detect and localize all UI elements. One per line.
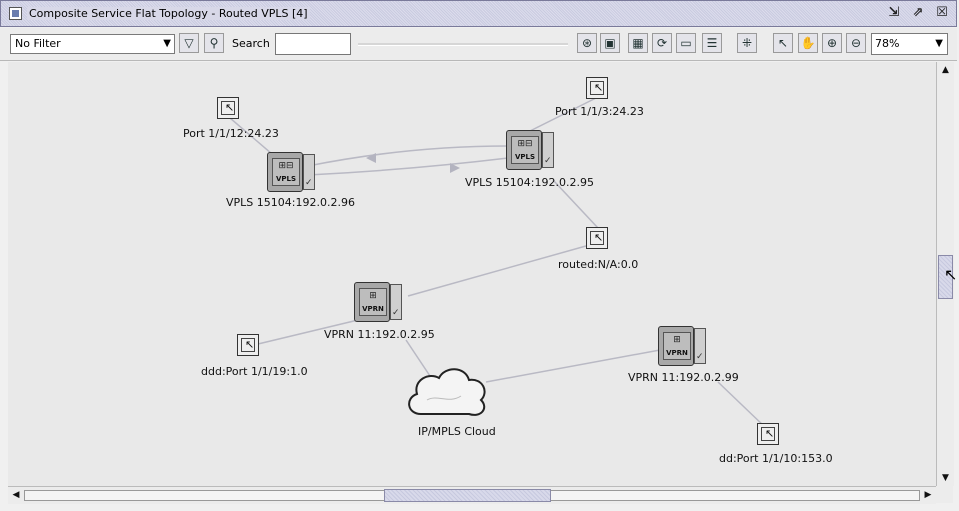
port-node-icon[interactable] — [586, 227, 608, 249]
port-1-label: Port 1/1/12:24.23 — [183, 127, 279, 140]
toolbar: No Filter ▼ ▽ ⚲ Search ⊛ ▣ ▦ ⟳ ▭ ☰ ⁜ ↖ ✋… — [0, 28, 957, 61]
topology-links — [229, 97, 767, 429]
link-vpls96-vpls95-a — [307, 145, 509, 167]
list-button[interactable]: ☰ — [702, 33, 722, 53]
port-2-label: Port 1/1/3:24.23 — [555, 105, 644, 118]
zoom-value: 78% — [875, 37, 900, 50]
edit-filter-button[interactable]: ⚲ — [204, 33, 224, 53]
scroll-down-icon[interactable]: ▼ — [937, 470, 954, 486]
vprn-symbol-icon: ⊞ — [673, 335, 681, 345]
chevron-down-icon: ▼ — [163, 38, 171, 49]
horizontal-scroll-thumb[interactable] — [384, 489, 551, 502]
routed-label: routed:N/A:0.0 — [558, 258, 639, 271]
refresh-icon: ⟳ — [656, 36, 668, 50]
scroll-left-icon[interactable]: ◀ — [8, 487, 24, 504]
vprn-tag: VPRN — [666, 349, 688, 357]
ddd-port-label: ddd:Port 1/1/19:1.0 — [201, 365, 308, 378]
binoculars-icon: ⊛ — [581, 36, 593, 50]
topology-canvas[interactable]: Port 1/1/12:24.23 Port 1/1/3:24.23 ⊞⊟ VPL… — [8, 62, 936, 486]
restore-icon[interactable]: ⇲ — [886, 5, 902, 21]
vpls-tag: VPLS — [514, 153, 536, 161]
vprn-node-99[interactable]: ⊞ VPRN — [658, 326, 708, 366]
port-node-icon[interactable] — [237, 334, 259, 356]
hand-icon: ✋ — [800, 36, 816, 50]
search-label: Search — [232, 37, 270, 50]
grid-icon: ▦ — [632, 36, 644, 50]
vpls-status-panel — [303, 154, 315, 190]
toolbar-grip — [358, 43, 568, 46]
funnel-icon: ▽ — [184, 36, 194, 50]
maximize-icon[interactable]: ⇗ — [910, 5, 926, 21]
save-icon: ▣ — [604, 36, 616, 50]
vpls-96-label: VPLS 15104:192.0.2.96 — [226, 196, 355, 209]
vprn-status-panel — [390, 284, 402, 320]
vpls-node-95[interactable]: ⊞⊟ VPLS — [506, 130, 556, 170]
vpls-node-96[interactable]: ⊞⊟ VPLS — [267, 152, 317, 192]
layout-icon: ⁜ — [741, 36, 753, 50]
zoom-out-button[interactable]: ⊖ — [846, 33, 866, 53]
scroll-right-icon[interactable]: ▶ — [920, 487, 936, 504]
vprn-99-label: VPRN 11:192.0.2.99 — [628, 371, 739, 384]
link-arrow-left — [366, 153, 376, 163]
vprn-95-label: VPRN 11:192.0.2.95 — [324, 328, 435, 341]
window-title: Composite Service Flat Topology - Routed… — [27, 7, 310, 20]
filter-edit-icon: ⚲ — [209, 36, 219, 50]
vpls-95-label: VPLS 15104:192.0.2.95 — [465, 176, 594, 189]
port-node-icon[interactable] — [757, 423, 779, 445]
vpls-symbol-icon: ⊞⊟ — [517, 139, 533, 149]
vpls-status-panel — [542, 132, 554, 168]
refresh-button[interactable]: ⟳ — [652, 33, 672, 53]
filter-value: No Filter — [15, 37, 61, 50]
find-button[interactable]: ⊛ — [577, 33, 597, 53]
link-vprn99-ddport — [717, 381, 767, 429]
vpls-symbol-icon: ⊞⊟ — [278, 161, 294, 171]
zoom-in-icon: ⊕ — [826, 36, 838, 50]
vprn-node-95[interactable]: ⊞ VPRN — [354, 282, 404, 322]
chevron-down-icon: ▼ — [935, 38, 943, 49]
window-title-bar[interactable]: Composite Service Flat Topology - Routed… — [0, 0, 957, 27]
dd-port-label: dd:Port 1/1/10:153.0 — [719, 452, 833, 465]
search-input[interactable] — [275, 33, 351, 55]
filter-dropdown[interactable]: No Filter ▼ — [10, 34, 175, 54]
window-icon — [9, 7, 22, 20]
scroll-corner — [936, 486, 953, 503]
zoom-in-button[interactable]: ⊕ — [822, 33, 842, 53]
pointer-icon: ↖ — [777, 36, 789, 50]
zoom-dropdown[interactable]: 78% ▼ — [871, 33, 948, 55]
port-node-icon[interactable] — [586, 77, 608, 99]
close-icon[interactable]: ☒ — [934, 5, 950, 21]
vprn-symbol-icon: ⊞ — [369, 291, 377, 301]
save-button[interactable]: ▣ — [600, 33, 620, 53]
window-button[interactable]: ▭ — [676, 33, 696, 53]
properties-button[interactable]: ▦ — [628, 33, 648, 53]
scroll-up-icon[interactable]: ▲ — [937, 62, 954, 78]
vprn-status-panel — [694, 328, 706, 364]
filter-funnel-button[interactable]: ▽ — [179, 33, 199, 53]
select-tool-button[interactable]: ↖ — [773, 33, 793, 53]
mouse-cursor-icon: ↖ — [944, 265, 958, 284]
cloud-label: IP/MPLS Cloud — [418, 425, 496, 438]
pan-tool-button[interactable]: ✋ — [798, 33, 818, 53]
vprn-tag: VPRN — [362, 305, 384, 313]
zoom-out-icon: ⊖ — [850, 36, 862, 50]
list-icon: ☰ — [706, 36, 718, 50]
vpls-tag: VPLS — [275, 175, 297, 183]
port-node-icon[interactable] — [217, 97, 239, 119]
horizontal-scrollbar[interactable]: ◀ ▶ — [8, 486, 936, 504]
window-icon-button: ▭ — [680, 36, 692, 50]
cloud-icon[interactable] — [403, 360, 489, 422]
layout-button[interactable]: ⁜ — [737, 33, 757, 53]
